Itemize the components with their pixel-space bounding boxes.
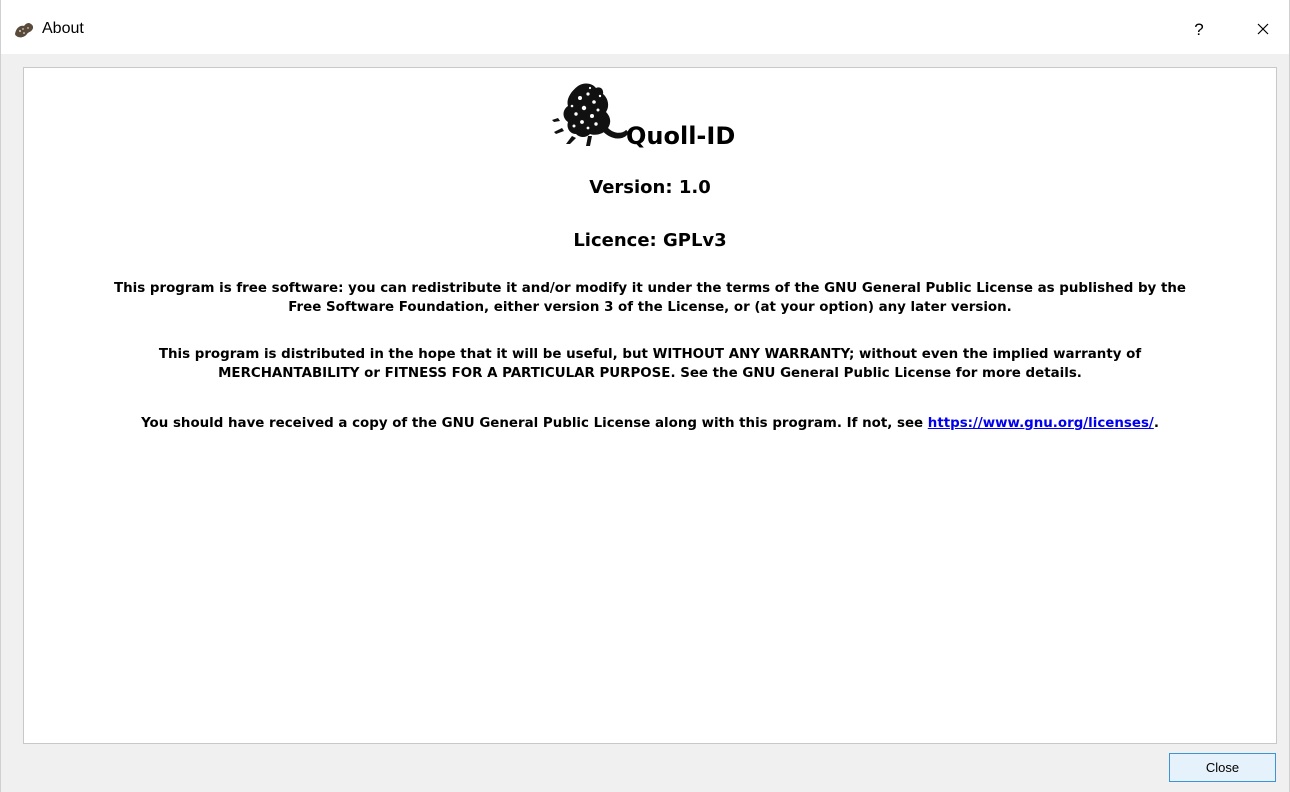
app-name: Quoll-ID [626,122,736,150]
paragraph-text: . [1153,416,1159,431]
paragraph-line: This program is distributed in the hope … [158,347,1142,362]
about-dialog: About ? Quoll-ID Version: 1.0 Licence: G… [0,0,1290,792]
version-label: Version: 1.0 [589,177,711,198]
about-content-panel: Quoll-ID Version: 1.0 Licence: GPLv3 Thi… [23,67,1277,744]
licence-label: Licence: GPLv3 [573,230,727,251]
paragraph-line: Free Software Foundation, either version… [288,300,1012,315]
close-icon[interactable] [1243,14,1283,46]
logo-row: Quoll-ID [24,76,1276,156]
help-button[interactable]: ? [1179,14,1219,46]
license-paragraph-3: You should have received a copy of the G… [24,414,1276,433]
window-title: About [42,20,84,37]
license-paragraph-1: This program is free software: you can r… [24,279,1276,317]
quoll-app-icon [15,22,34,38]
paragraph-line: MERCHANTABILITY or FITNESS FOR A PARTICU… [218,366,1082,381]
gnu-licenses-link[interactable]: https://www.gnu.org/licenses/ [928,416,1154,431]
title-bar: About ? [1,0,1289,54]
license-paragraph-2: This program is distributed in the hope … [24,345,1276,383]
paragraph-line: This program is free software: you can r… [114,281,1186,296]
paragraph-text: You should have received a copy of the G… [141,416,928,431]
close-button[interactable]: Close [1169,753,1276,782]
